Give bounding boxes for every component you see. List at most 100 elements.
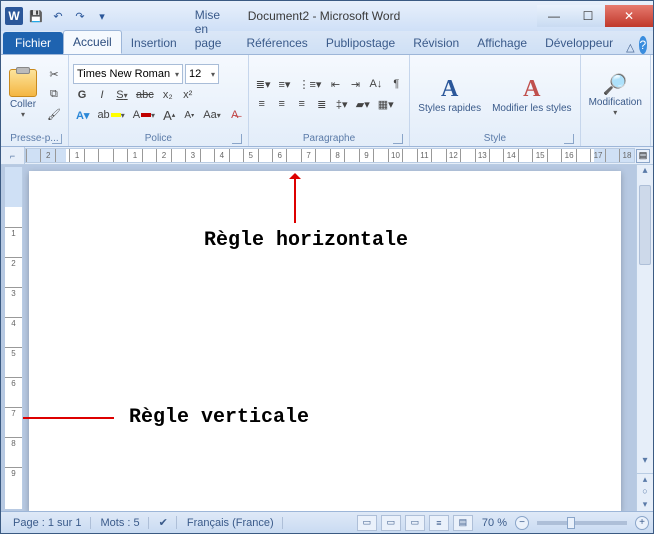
align-left-button[interactable]: ≡ (253, 95, 271, 113)
zoom-in-button[interactable]: + (635, 516, 649, 530)
superscript-button[interactable]: x² (179, 86, 197, 104)
outline-view-button[interactable]: ≡ (429, 515, 449, 531)
window-controls: — ☐ ✕ (537, 5, 653, 27)
help-icon[interactable]: ? (639, 36, 647, 54)
font-size-dropdown[interactable]: 12▾ (185, 64, 219, 84)
ribbon: Coller ▾ ✂ ⧉ 🖌 Presse-p... (1, 55, 653, 147)
annotation-horizontal: Règle horizontale (204, 229, 408, 252)
arrow-horizontal-ruler (294, 175, 296, 223)
decrease-indent-button[interactable]: ⇤ (326, 75, 344, 93)
align-right-button[interactable]: ≡ (293, 95, 311, 113)
strike-button[interactable]: abc (133, 86, 157, 104)
bullets-button[interactable]: ≣▾ (253, 75, 274, 93)
group-paragraph: ≣▾ ≡▾ ⋮≡▾ ⇤ ⇥ A↓ ¶ ≡ ≡ ≡ ≣ ‡▾ ▰▾ (249, 55, 411, 146)
sort-button[interactable]: A↓ (366, 75, 385, 93)
select-browse-button[interactable]: ○ (637, 486, 653, 498)
shading-button[interactable]: ▰▾ (353, 95, 373, 113)
cut-button[interactable]: ✂ (44, 65, 64, 83)
subscript-button[interactable]: x₂ (159, 86, 177, 104)
qat-customize-icon[interactable]: ▾ (93, 7, 111, 25)
status-language[interactable]: Français (France) (179, 517, 283, 529)
line-spacing-button[interactable]: ‡▾ (333, 95, 351, 113)
italic-button[interactable]: I (93, 86, 111, 104)
tab-layout[interactable]: Mise en page (186, 4, 238, 54)
scroll-down-icon[interactable]: ▾ (637, 455, 653, 471)
draft-view-button[interactable]: ▤ (453, 515, 473, 531)
page[interactable]: Règle horizontale Règle verticale (29, 171, 621, 511)
vertical-ruler[interactable]: 12123456789 (5, 167, 23, 509)
prev-page-button[interactable]: ▴ (637, 474, 653, 486)
document-area[interactable]: Règle horizontale Règle verticale (23, 165, 636, 511)
grow-font-button[interactable]: A▴ (160, 106, 178, 124)
scroll-thumb[interactable] (639, 185, 651, 265)
tab-insert[interactable]: Insertion (122, 32, 186, 54)
close-button[interactable]: ✕ (605, 5, 653, 27)
justify-button[interactable]: ≣ (313, 95, 331, 113)
clear-formatting-button[interactable]: A̶ (226, 106, 244, 124)
ribbon-tabs: Fichier Accueil Insertion Mise en page R… (1, 31, 653, 55)
print-layout-view-button[interactable]: ▭ (357, 515, 377, 531)
tab-developer[interactable]: Développeur (536, 32, 622, 54)
ruler-toggle-button[interactable]: ▤ (636, 149, 650, 163)
fullscreen-reading-view-button[interactable]: ▭ (381, 515, 401, 531)
copy-button[interactable]: ⧉ (44, 85, 64, 103)
status-proofing-icon[interactable]: ✔ (151, 516, 177, 529)
undo-icon[interactable]: ↶ (49, 7, 67, 25)
tab-references[interactable]: Références (237, 32, 316, 54)
clipboard-launcher-icon[interactable] (52, 134, 62, 144)
change-case-button[interactable]: Aa▾ (200, 106, 223, 124)
group-styles: A Styles rapides A Modifier les styles S… (410, 55, 580, 146)
zoom-slider-thumb[interactable] (567, 517, 575, 529)
zoom-slider[interactable] (537, 521, 627, 525)
redo-icon[interactable]: ↷ (71, 7, 89, 25)
vertical-scrollbar[interactable]: ▴ ▾ ▴ ○ ▾ (636, 165, 653, 511)
font-name-dropdown[interactable]: Times New Roman▾ (73, 64, 183, 84)
save-icon[interactable]: 💾 (27, 7, 45, 25)
highlight-button[interactable]: ab▾ (94, 106, 127, 124)
styles-launcher-icon[interactable] (564, 134, 574, 144)
next-page-button[interactable]: ▾ (637, 499, 653, 511)
show-marks-button[interactable]: ¶ (387, 75, 405, 93)
multilevel-button[interactable]: ⋮≡▾ (295, 75, 324, 93)
paragraph-launcher-icon[interactable] (393, 134, 403, 144)
minimize-ribbon-icon[interactable]: △ (622, 41, 638, 54)
bold-button[interactable]: G (73, 86, 91, 104)
font-color-button[interactable]: A▾ (130, 106, 158, 124)
zoom-out-button[interactable]: − (515, 516, 529, 530)
quick-styles-button[interactable]: A Styles rapides (414, 73, 485, 116)
status-words[interactable]: Mots : 5 (93, 517, 149, 529)
borders-button[interactable]: ▦▾ (375, 95, 397, 113)
web-layout-view-button[interactable]: ▭ (405, 515, 425, 531)
editing-button[interactable]: 🔎 Modification ▾ (585, 70, 646, 119)
numbering-button[interactable]: ≡▾ (275, 75, 293, 93)
minimize-button[interactable]: — (537, 5, 571, 27)
paste-button[interactable]: Coller ▾ (5, 67, 41, 121)
tab-home[interactable]: Accueil (63, 30, 122, 54)
tab-review[interactable]: Révision (404, 32, 468, 54)
change-styles-button[interactable]: A Modifier les styles (488, 73, 575, 116)
group-clipboard: Coller ▾ ✂ ⧉ 🖌 Presse-p... (1, 55, 69, 146)
font-launcher-icon[interactable] (232, 134, 242, 144)
status-page[interactable]: Page : 1 sur 1 (5, 517, 91, 529)
tab-selector[interactable]: ⌐ (1, 147, 25, 164)
workspace: 12123456789 Règle horizontale Règle vert… (1, 165, 653, 511)
zoom-level[interactable]: 70 % (476, 517, 513, 529)
horizontal-ruler[interactable]: 2 1 1 2 3 4 5 6 7 8 9 10 11 12 13 14 15 … (25, 148, 635, 163)
tab-file[interactable]: Fichier (3, 32, 63, 54)
format-painter-button[interactable]: 🖌 (44, 105, 64, 123)
shrink-font-button[interactable]: A▾ (180, 106, 198, 124)
chevron-down-icon: ▾ (21, 110, 25, 119)
increase-indent-button[interactable]: ⇥ (346, 75, 364, 93)
chevron-down-icon: ▾ (211, 70, 215, 79)
underline-button[interactable]: S▾ (113, 86, 131, 104)
chevron-down-icon: ▾ (175, 70, 179, 79)
tab-view[interactable]: Affichage (468, 32, 536, 54)
align-center-button[interactable]: ≡ (273, 95, 291, 113)
scroll-up-icon[interactable]: ▴ (637, 165, 653, 181)
group-label-font: Police (73, 131, 244, 146)
tab-mailings[interactable]: Publipostage (317, 32, 404, 54)
maximize-button[interactable]: ☐ (571, 5, 605, 27)
group-font: Times New Roman▾ 12▾ G I S▾ abc x₂ x² (69, 55, 249, 146)
text-effects-button[interactable]: A▾ (73, 106, 92, 124)
change-styles-label: Modifier les styles (492, 103, 571, 114)
